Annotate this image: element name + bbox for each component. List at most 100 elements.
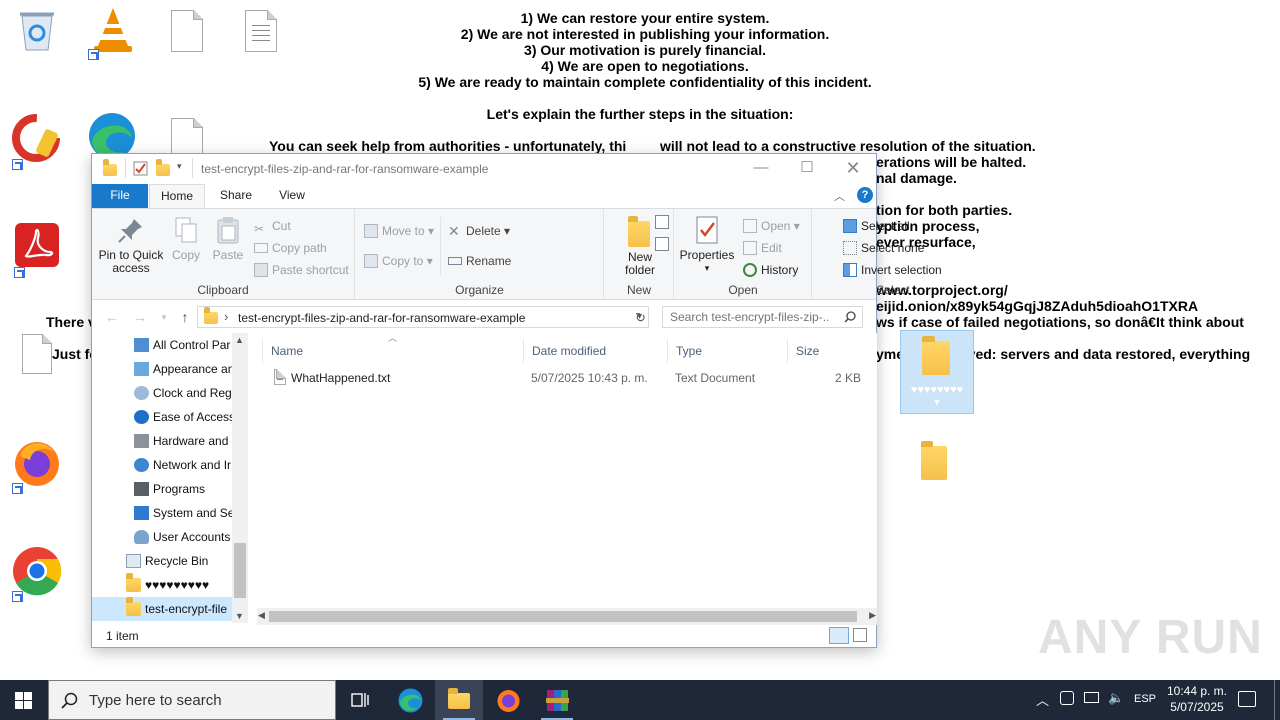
edit-button[interactable]: Edit xyxy=(743,238,782,258)
maximize-button[interactable]: ☐ xyxy=(784,154,830,184)
volume-icon[interactable]: 🔈 xyxy=(1108,690,1124,706)
nav-item-test-encrypt[interactable]: test-encrypt-file xyxy=(92,597,232,621)
copy-button[interactable]: Copy xyxy=(166,215,206,262)
chrome-icon[interactable] xyxy=(12,546,68,602)
nav-item-recycle-bin[interactable]: Recycle Bin xyxy=(92,549,232,573)
tab-home[interactable]: Home xyxy=(149,184,205,208)
scroll-down-icon[interactable]: ▼ xyxy=(235,611,244,621)
appearance-icon xyxy=(134,362,149,376)
vlc-icon[interactable] xyxy=(88,4,144,60)
edge-icon xyxy=(398,688,423,713)
taskbar-winrar[interactable] xyxy=(533,680,581,720)
nav-item-hearts-folder[interactable]: ♥♥♥♥♥♥♥♥♥ xyxy=(92,573,232,597)
tab-share[interactable]: Share xyxy=(209,184,263,208)
acrobat-reader-icon[interactable] xyxy=(14,222,70,278)
nav-scrollbar[interactable]: ▲ ▼ xyxy=(232,333,248,623)
qat-dropdown-icon[interactable]: ▾ xyxy=(177,161,182,172)
taskbar-edge[interactable] xyxy=(386,680,434,720)
nav-item-programs[interactable]: Programs xyxy=(92,477,232,501)
scroll-left-icon[interactable]: ◀ xyxy=(258,610,265,621)
column-date-modified[interactable]: Date modified xyxy=(523,339,667,363)
notifications-icon[interactable] xyxy=(1238,691,1256,707)
select-none-button[interactable]: Select none xyxy=(843,238,924,258)
search-box[interactable] xyxy=(662,306,863,328)
nav-item-clock-region[interactable]: Clock and Regi xyxy=(92,381,232,405)
firefox-icon[interactable] xyxy=(12,438,68,494)
new-item-icon[interactable] xyxy=(655,215,669,229)
column-type[interactable]: Type xyxy=(667,339,787,363)
nav-item-all-control-panel[interactable]: All Control Par xyxy=(92,333,232,357)
pin-quick-access-button[interactable]: Pin to Quick access xyxy=(98,215,164,275)
desktop-folder-selected[interactable]: ♥♥♥♥♥♥♥♥ ▼ xyxy=(900,330,974,414)
select-all-button[interactable]: Select all xyxy=(843,216,910,236)
minimize-button[interactable]: — xyxy=(738,154,784,184)
properties-qat-icon[interactable] xyxy=(133,161,148,176)
copy-to-button[interactable]: Copy to ▾ xyxy=(364,251,433,271)
recycle-bin-icon[interactable] xyxy=(14,6,70,62)
nav-item-appearance[interactable]: Appearance an xyxy=(92,357,232,381)
column-name[interactable]: Name xyxy=(262,339,520,363)
nav-item-network[interactable]: Network and Ir xyxy=(92,453,232,477)
breadcrumb-path[interactable]: test-encrypt-files-zip-and-rar-for-ranso… xyxy=(238,311,525,325)
search-input[interactable] xyxy=(670,310,830,324)
forward-arrow-icon[interactable]: → xyxy=(132,309,148,325)
back-arrow-icon[interactable]: ← xyxy=(104,309,120,325)
show-desktop-button[interactable] xyxy=(1274,680,1275,720)
recent-locations-icon[interactable]: ▾ xyxy=(156,309,172,325)
desktop-folder-icon[interactable] xyxy=(921,441,947,480)
taskbar-firefox[interactable] xyxy=(484,680,532,720)
taskbar-file-explorer[interactable] xyxy=(435,680,483,720)
large-icons-view-icon[interactable] xyxy=(853,628,867,642)
invert-selection-button[interactable]: Invert selection xyxy=(843,260,942,280)
easy-access-icon[interactable] xyxy=(655,237,669,251)
tab-file[interactable]: File xyxy=(92,184,148,208)
nav-item-system-security[interactable]: System and Sec xyxy=(92,501,232,525)
blank-file-icon[interactable] xyxy=(171,118,203,158)
taskbar-search[interactable]: Type here to search xyxy=(48,680,336,720)
rename-button[interactable]: Rename xyxy=(448,251,511,271)
cut-button[interactable]: ✂ Cut xyxy=(254,216,291,236)
move-to-button[interactable]: Move to ▾ xyxy=(364,221,434,241)
address-bar[interactable]: › test-encrypt-files-zip-and-rar-for-ran… xyxy=(197,306,649,328)
start-button[interactable] xyxy=(0,680,48,720)
collapse-ribbon-icon[interactable]: ︿ xyxy=(834,188,845,204)
ccleaner-icon[interactable] xyxy=(12,114,68,170)
nav-item-ease-of-access[interactable]: Ease of Access xyxy=(92,405,232,429)
blank-file-icon[interactable] xyxy=(171,10,203,52)
file-list[interactable]: ︿ Name Date modified Type Size WhatHappe… xyxy=(257,333,877,608)
open-button[interactable]: Open ▾ xyxy=(743,216,800,236)
new-folder-qat-icon[interactable] xyxy=(156,159,170,176)
device-icon[interactable] xyxy=(1060,691,1074,705)
navigation-pane[interactable]: All Control Par Appearance an Clock and … xyxy=(92,333,247,623)
horizontal-scrollbar[interactable]: ◀ ▶ xyxy=(257,608,877,625)
file-explorer-window[interactable]: ▾ test-encrypt-files-zip-and-rar-for-ran… xyxy=(91,153,942,648)
network-icon[interactable] xyxy=(1084,692,1099,703)
file-name[interactable]: WhatHappened.txt xyxy=(291,371,390,385)
copy-path-button[interactable]: Copy path xyxy=(254,238,327,258)
nav-scroll-thumb[interactable] xyxy=(234,543,246,598)
details-view-icon[interactable] xyxy=(829,627,849,644)
paste-shortcut-button[interactable]: Paste shortcut xyxy=(254,260,349,280)
scroll-right-icon[interactable]: ▶ xyxy=(869,610,876,621)
close-button[interactable]: ✕ xyxy=(830,154,876,184)
column-size[interactable]: Size xyxy=(787,339,869,363)
properties-button[interactable]: Properties ▾ xyxy=(679,215,735,275)
paste-button[interactable]: Paste xyxy=(208,215,248,262)
scroll-up-icon[interactable]: ▲ xyxy=(235,335,244,345)
horizontal-scroll-thumb[interactable] xyxy=(269,611,857,622)
delete-button[interactable]: ✕ Delete ▾ xyxy=(448,221,510,241)
refresh-icon[interactable]: ↻ xyxy=(635,310,646,326)
task-view-button[interactable] xyxy=(336,680,384,720)
nav-item-user-accounts[interactable]: User Accounts xyxy=(92,525,232,549)
text-file-icon[interactable] xyxy=(245,10,277,52)
help-icon[interactable]: ? xyxy=(857,187,873,203)
table-row[interactable]: WhatHappened.txt 5/07/2025 10:43 p. m. T… xyxy=(257,367,869,389)
up-arrow-icon[interactable]: ↑ xyxy=(177,309,193,325)
title-bar[interactable]: ▾ test-encrypt-files-zip-and-rar-for-ran… xyxy=(92,154,876,184)
tab-view[interactable]: View xyxy=(265,184,319,208)
show-hidden-icons-icon[interactable]: ︿ xyxy=(1036,690,1050,709)
blank-file-icon[interactable] xyxy=(22,334,52,374)
clock[interactable]: 10:44 p. m. 5/07/2025 xyxy=(1152,683,1242,715)
nav-item-hardware[interactable]: Hardware and xyxy=(92,429,232,453)
history-button[interactable]: History xyxy=(743,260,798,280)
